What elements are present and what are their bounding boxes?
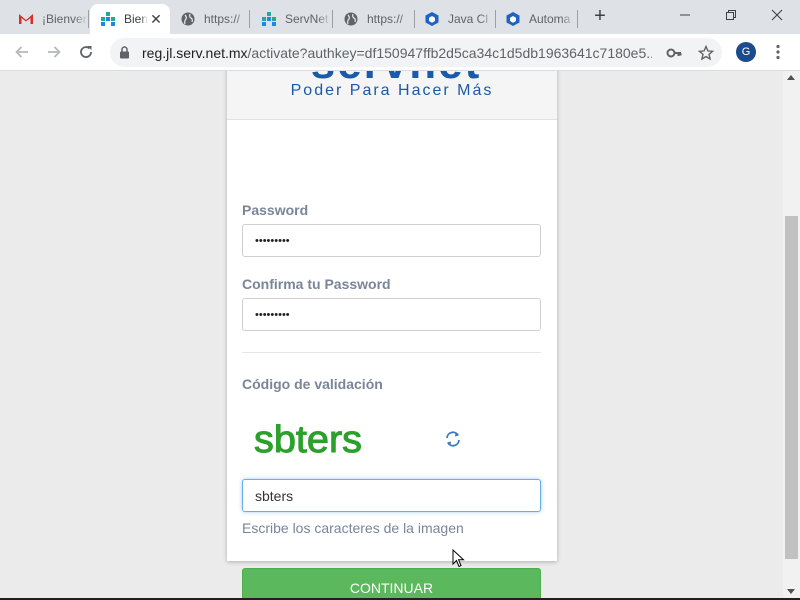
refresh-captcha-icon[interactable] (444, 430, 462, 448)
minimize-button[interactable] (662, 0, 708, 30)
tab-label: https:// (204, 12, 241, 26)
tab-separator (88, 10, 89, 28)
close-tab-icon[interactable]: ✕ (148, 11, 164, 28)
key-icon[interactable] (665, 44, 683, 62)
url-text[interactable]: reg.jl.serv.net.mx/activate?authkey=df15… (142, 45, 652, 61)
card-header: servnet Poder Para Hacer Más (227, 71, 557, 120)
globe-icon (343, 11, 359, 27)
tab-automa[interactable]: Automa (495, 4, 575, 34)
tab-label: ¡Bienvenido (42, 12, 88, 26)
continue-button[interactable]: CONTINUAR (242, 568, 541, 598)
activation-card: servnet Poder Para Hacer Más Password Co… (227, 71, 557, 598)
menu-dots-icon[interactable] (770, 41, 786, 63)
captcha-input[interactable] (242, 479, 541, 512)
scroll-thumb[interactable] (785, 216, 798, 559)
restore-button[interactable] (708, 0, 754, 30)
cube-icon (505, 11, 521, 27)
tab-label: Java Cl (448, 12, 489, 26)
reload-icon (80, 46, 92, 58)
address-bar[interactable]: reg.jl.serv.net.mx/activate?authkey=df15… (110, 38, 722, 67)
reload-button[interactable] (74, 40, 98, 64)
new-tab-button[interactable]: + (589, 6, 611, 28)
svg-text:sbters: sbters (254, 419, 362, 461)
brand-tagline: Poder Para Hacer Más (290, 82, 494, 99)
tab-label: https:// (367, 12, 404, 26)
star-icon[interactable] (697, 44, 715, 62)
tab-label: ServNet (285, 12, 329, 26)
back-arrow-icon (15, 46, 28, 58)
mouse-cursor-icon (452, 549, 465, 568)
captcha-label: Código de validación (242, 376, 383, 392)
forward-arrow-icon (48, 46, 61, 58)
url-host: reg.jl.serv.net.mx (142, 45, 248, 61)
globe-icon (180, 11, 196, 27)
gmail-icon (18, 11, 34, 27)
confirm-password-label: Confirma tu Password (242, 276, 391, 292)
tab-java[interactable]: Java Cl (414, 4, 494, 34)
forward-button[interactable] (42, 40, 66, 64)
scroll-up-icon[interactable] (787, 75, 795, 80)
confirm-password-field[interactable] (242, 298, 541, 331)
tab-https-1[interactable]: https:// (170, 4, 248, 34)
lock-icon[interactable] (119, 46, 130, 64)
scroll-down-icon[interactable] (787, 589, 795, 594)
servnet-icon (100, 11, 116, 27)
profile-avatar[interactable]: G (736, 42, 756, 62)
tab-gmail[interactable]: ¡Bienvenido (8, 4, 88, 34)
back-button[interactable] (10, 40, 34, 64)
captcha-hint: Escribe los caracteres de la imagen (242, 520, 464, 536)
captcha-image: sbters (254, 419, 363, 462)
close-window-button[interactable] (754, 0, 800, 30)
divider (242, 352, 541, 353)
tab-servnet[interactable]: ServNet (251, 4, 331, 34)
url-path: /activate?authkey=df150947ffb2d5ca34c1d5… (247, 45, 652, 61)
tab-separator (249, 10, 250, 28)
servnet-icon (261, 11, 277, 27)
tab-label: Automa (529, 12, 571, 26)
tab-label: Bienvenido (124, 12, 148, 26)
page-viewport: servnet Poder Para Hacer Más Password Co… (0, 71, 783, 598)
password-label: Password (242, 202, 309, 218)
vertical-scrollbar[interactable] (783, 71, 800, 598)
tab-separator (577, 10, 578, 28)
password-field[interactable] (242, 224, 541, 257)
cube-icon (424, 11, 440, 27)
tab-https-2[interactable]: https:// (333, 4, 413, 34)
tab-strip: ¡Bienvenido Bienvenido ✕ https:// ServNe… (0, 0, 800, 34)
tab-bienvenido[interactable]: Bienvenido ✕ (90, 4, 170, 34)
browser-toolbar: reg.jl.serv.net.mx/activate?authkey=df15… (0, 34, 800, 71)
